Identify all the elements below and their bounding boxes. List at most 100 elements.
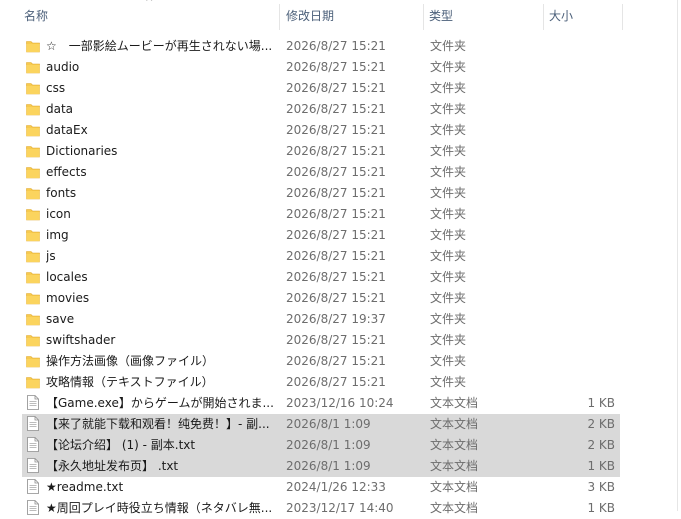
folder-row[interactable]: locales 2026/8/27 15:21 文件夹 — [22, 267, 620, 288]
folder-icon — [26, 335, 40, 347]
file-size — [542, 288, 615, 309]
file-size: 3 KB — [587, 480, 615, 494]
folder-row[interactable]: data 2026/8/27 15:21 文件夹 — [22, 99, 620, 120]
file-modified-date: 2026/8/27 15:21 — [286, 60, 386, 74]
file-row[interactable]: ★周回プレイ時役立ち情報（ネタバレ無... 2023/12/17 14:40 文本文… — [22, 498, 620, 519]
file-name: 【论坛介绍】 (1) - 副本.txt — [46, 438, 196, 452]
folder-row[interactable]: img 2026/8/27 15:21 文件夹 — [22, 225, 620, 246]
folder-row[interactable]: effects 2026/8/27 15:21 文件夹 — [22, 162, 620, 183]
file-size: 2 KB — [587, 438, 615, 452]
file-modified-date: 2026/8/27 15:21 — [286, 207, 386, 221]
file-name: js — [46, 249, 56, 263]
file-size: 1 KB — [587, 501, 615, 515]
file-type: 文本文档 — [430, 480, 479, 494]
file-name: icon — [46, 207, 71, 221]
file-size — [542, 225, 615, 246]
file-type: 文件夹 — [430, 81, 467, 95]
file-modified-date: 2026/8/27 15:21 — [286, 375, 386, 389]
file-row[interactable]: 【永久地址发布页】 .txt 2026/8/1 1:09 文本文档 1 KB — [22, 456, 620, 477]
file-type: 文件夹 — [430, 39, 467, 53]
file-modified-date: 2024/1/26 12:33 — [286, 480, 386, 494]
file-type: 文件夹 — [430, 312, 467, 326]
file-name: 攻略情報（テキストファイル） — [46, 375, 214, 389]
file-type: 文本文档 — [430, 396, 479, 410]
folder-row[interactable]: movies 2026/8/27 15:21 文件夹 — [22, 288, 620, 309]
column-header-type[interactable]: 类型 — [423, 0, 543, 33]
file-name: movies — [46, 291, 90, 305]
file-modified-date: 2023/12/16 10:24 — [286, 396, 394, 410]
file-type: 文件夹 — [430, 333, 467, 347]
file-name: css — [46, 81, 66, 95]
folder-row[interactable]: audio 2026/8/27 15:21 文件夹 — [22, 57, 620, 78]
file-name: fonts — [46, 186, 77, 200]
text-file-icon — [27, 500, 39, 515]
file-name: 【Game.exe】からゲームが開始されま... — [46, 396, 274, 410]
folder-icon — [26, 209, 40, 221]
file-size — [542, 120, 615, 141]
file-row[interactable]: 【Game.exe】からゲームが開始されま... 2023/12/16 10:24… — [22, 393, 620, 414]
file-size — [542, 36, 615, 57]
file-modified-date: 2026/8/27 15:21 — [286, 123, 386, 137]
file-name: locales — [46, 270, 88, 284]
folder-row[interactable]: Dictionaries 2026/8/27 15:21 文件夹 — [22, 141, 620, 162]
file-type: 文件夹 — [430, 207, 467, 221]
column-divider[interactable] — [622, 4, 623, 30]
folder-icon — [26, 230, 40, 242]
folder-row[interactable]: 操作方法画像（画像ファイル） 2026/8/27 15:21 文件夹 — [22, 351, 620, 372]
folder-row[interactable]: dataEx 2026/8/27 15:21 文件夹 — [22, 120, 620, 141]
file-type: 文件夹 — [430, 165, 467, 179]
file-modified-date: 2026/8/27 15:21 — [286, 165, 386, 179]
folder-icon — [26, 41, 40, 53]
folder-row[interactable]: save 2026/8/27 19:37 文件夹 — [22, 309, 620, 330]
folder-row[interactable]: js 2026/8/27 15:21 文件夹 — [22, 246, 620, 267]
file-name: 【永久地址发布页】 .txt — [46, 459, 179, 473]
file-name: effects — [46, 165, 87, 179]
file-modified-date: 2026/8/27 19:37 — [286, 312, 386, 326]
file-type: 文件夹 — [430, 375, 467, 389]
file-modified-date: 2026/8/27 15:21 — [286, 354, 386, 368]
file-row[interactable]: ★readme.txt 2024/1/26 12:33 文本文档 3 KB — [22, 477, 620, 498]
file-modified-date: 2026/8/27 15:21 — [286, 249, 386, 263]
file-modified-date: 2026/8/1 1:09 — [286, 459, 371, 473]
file-row[interactable]: 【来了就能下载和观看！纯免费！】- 副... 2026/8/1 1:09 文本文档 2… — [22, 414, 620, 435]
folder-icon — [26, 293, 40, 305]
file-size — [542, 99, 615, 120]
file-modified-date: 2026/8/27 15:21 — [286, 102, 386, 116]
file-name: audio — [46, 60, 80, 74]
folder-row[interactable]: icon 2026/8/27 15:21 文件夹 — [22, 204, 620, 225]
file-modified-date: 2026/8/1 1:09 — [286, 417, 371, 431]
file-modified-date: 2026/8/27 15:21 — [286, 333, 386, 347]
file-size: 2 KB — [587, 417, 615, 431]
file-type: 文件夹 — [430, 291, 467, 305]
file-name: save — [46, 312, 75, 326]
file-modified-date: 2026/8/27 15:21 — [286, 270, 386, 284]
folder-icon — [26, 314, 40, 326]
file-size — [542, 246, 615, 267]
column-header-date[interactable]: 修改日期 — [280, 0, 423, 33]
column-header-bar: 名称 ^ 修改日期 类型 大小 — [0, 0, 681, 33]
file-modified-date: 2026/8/27 15:21 — [286, 39, 386, 53]
folder-row[interactable]: 攻略情報（テキストファイル） 2026/8/27 15:21 文件夹 — [22, 372, 620, 393]
folder-row[interactable]: css 2026/8/27 15:21 文件夹 — [22, 78, 620, 99]
pane-divider — [677, 0, 678, 511]
file-size — [542, 309, 615, 330]
folder-row[interactable]: fonts 2026/8/27 15:21 文件夹 — [22, 183, 620, 204]
file-type: 文件夹 — [430, 354, 467, 368]
file-size — [542, 351, 615, 372]
file-modified-date: 2026/8/27 15:21 — [286, 228, 386, 242]
file-name: 操作方法画像（画像ファイル） — [46, 354, 215, 368]
file-size — [542, 162, 615, 183]
folder-row[interactable]: ☆ 一部影絵ムービーが再生されない場... 2026/8/27 15:21 文件夹 — [22, 36, 620, 57]
folder-icon — [26, 146, 40, 158]
file-name: data — [46, 102, 74, 116]
folder-row[interactable]: swiftshader 2026/8/27 15:21 文件夹 — [22, 330, 620, 351]
file-row[interactable]: 【论坛介绍】 (1) - 副本.txt 2026/8/1 1:09 文本文档 2 KB — [22, 435, 620, 456]
folder-icon — [26, 377, 40, 389]
file-size — [542, 330, 615, 351]
file-size: 1 KB — [587, 396, 615, 410]
folder-icon — [26, 272, 40, 284]
folder-icon — [26, 125, 40, 137]
folder-icon — [26, 62, 40, 74]
column-header-size[interactable]: 大小 — [543, 0, 623, 33]
folder-icon — [26, 104, 40, 116]
